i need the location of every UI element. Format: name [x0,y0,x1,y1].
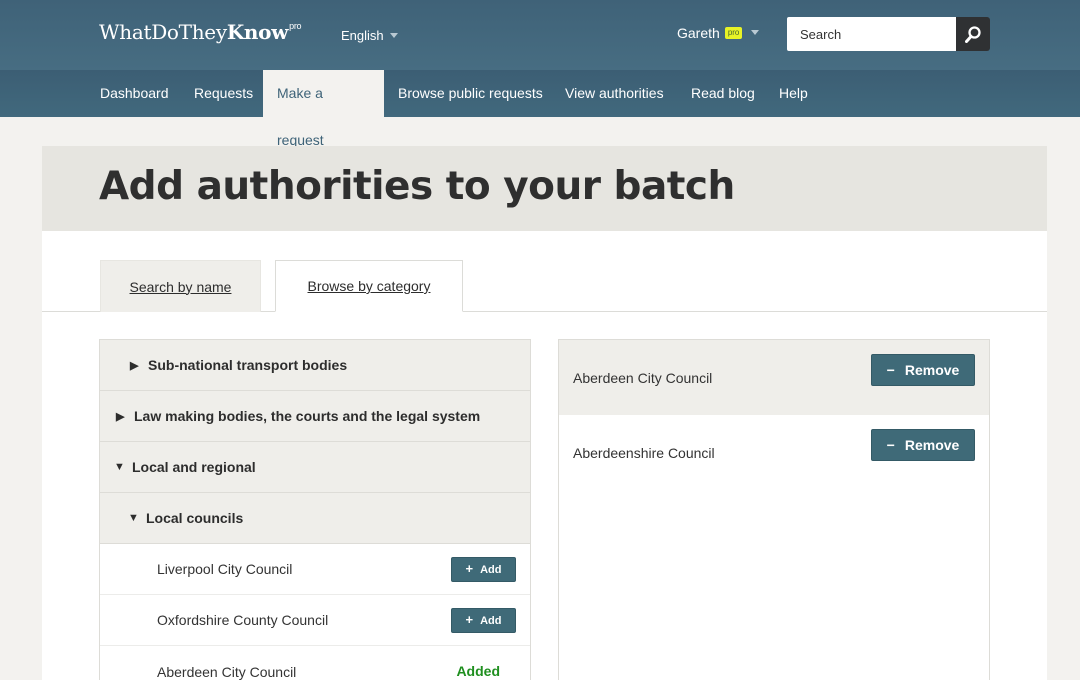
authority-row: Liverpool City Council + Add [100,544,530,595]
page-title-band: Add authorities to your batch [42,146,1047,231]
nav-requests[interactable]: Requests [180,70,267,117]
pro-badge: pro [724,27,743,39]
authority-name: Oxfordshire County Council [157,612,329,628]
search-form [787,17,990,51]
authority-name: Liverpool City Council [157,561,293,577]
triangle-down-icon: ▼ [128,512,139,524]
minus-icon: − [886,437,895,453]
add-button[interactable]: + Add [451,557,516,582]
user-menu[interactable]: Gareth pro [677,25,760,41]
added-status: Added [456,663,500,679]
triangle-right-icon: ▶ [130,359,139,372]
nav-help[interactable]: Help [765,70,822,117]
logo-pro-sup: pro [289,21,302,31]
user-name: Gareth [677,25,720,41]
triangle-right-icon: ▶ [116,410,125,423]
language-label: English [341,28,384,43]
remove-button[interactable]: − Remove [871,429,975,461]
chevron-down-icon [389,33,398,39]
remove-button-label: Remove [904,362,960,378]
remove-button[interactable]: − Remove [871,354,975,386]
authority-row: Oxfordshire County Council + Add [100,595,530,646]
add-button-label: Add [480,614,502,627]
site-logo[interactable]: WhatDoTheyKnowpro [99,20,302,44]
selected-authority-name: Aberdeenshire Council [573,445,715,461]
category-label: Law making bodies, the courts and the le… [134,408,481,424]
authority-row: Aberdeen City Council Added [100,646,530,680]
search-icon [965,25,981,43]
logo-bold-text: Know [226,20,289,44]
category-list: ▶ Sub-national transport bodies ▶ Law ma… [99,339,531,680]
remove-button-label: Remove [904,437,960,453]
category-row-local-councils[interactable]: ▼ Local councils [100,493,530,544]
main-nav: Dashboard Requests Make a request Browse… [0,70,1080,148]
category-label: Local and regional [132,459,256,475]
add-button-label: Add [480,563,502,576]
category-row-local-and-regional[interactable]: ▼ Local and regional [100,442,530,493]
tab-search-by-name[interactable]: Search by name [100,260,261,312]
nav-read-blog[interactable]: Read blog [677,70,769,117]
search-input[interactable] [787,17,956,51]
language-selector[interactable]: English [341,28,398,43]
plus-icon: + [465,561,474,576]
selected-authority-row: Aberdeenshire Council − Remove [559,415,989,490]
tab-browse-by-category[interactable]: Browse by category [275,260,463,312]
nav-dashboard[interactable]: Dashboard [86,70,183,117]
batch-panel: Search by name Browse by category ▶ Sub-… [42,231,1047,680]
category-row-sub-national-transport[interactable]: ▶ Sub-national transport bodies [100,340,530,391]
plus-icon: + [465,612,474,627]
category-label: Local councils [146,510,244,526]
add-button[interactable]: + Add [451,608,516,633]
nav-view-authorities[interactable]: View authorities [551,70,678,117]
nav-browse-public-requests[interactable]: Browse public requests [384,70,557,117]
search-button[interactable] [956,17,990,51]
chevron-down-icon [751,29,760,35]
nav-make-a-request[interactable]: Make a request [263,70,384,148]
site-header: WhatDoTheyKnowpro English Gareth pro [0,0,1080,70]
authority-name: Aberdeen City Council [157,663,297,680]
logo-light-text: WhatDoThey [99,20,227,44]
selected-authorities-list: Aberdeen City Council − Remove Aberdeens… [558,339,990,680]
minus-icon: − [886,362,895,378]
selected-authority-row: Aberdeen City Council − Remove [559,340,989,415]
selected-authority-name: Aberdeen City Council [573,370,713,386]
category-row-law-making-bodies[interactable]: ▶ Law making bodies, the courts and the … [100,391,530,442]
page-title: Add authorities to your batch [99,164,735,209]
category-label: Sub-national transport bodies [148,357,348,373]
triangle-down-icon: ▼ [114,461,125,473]
